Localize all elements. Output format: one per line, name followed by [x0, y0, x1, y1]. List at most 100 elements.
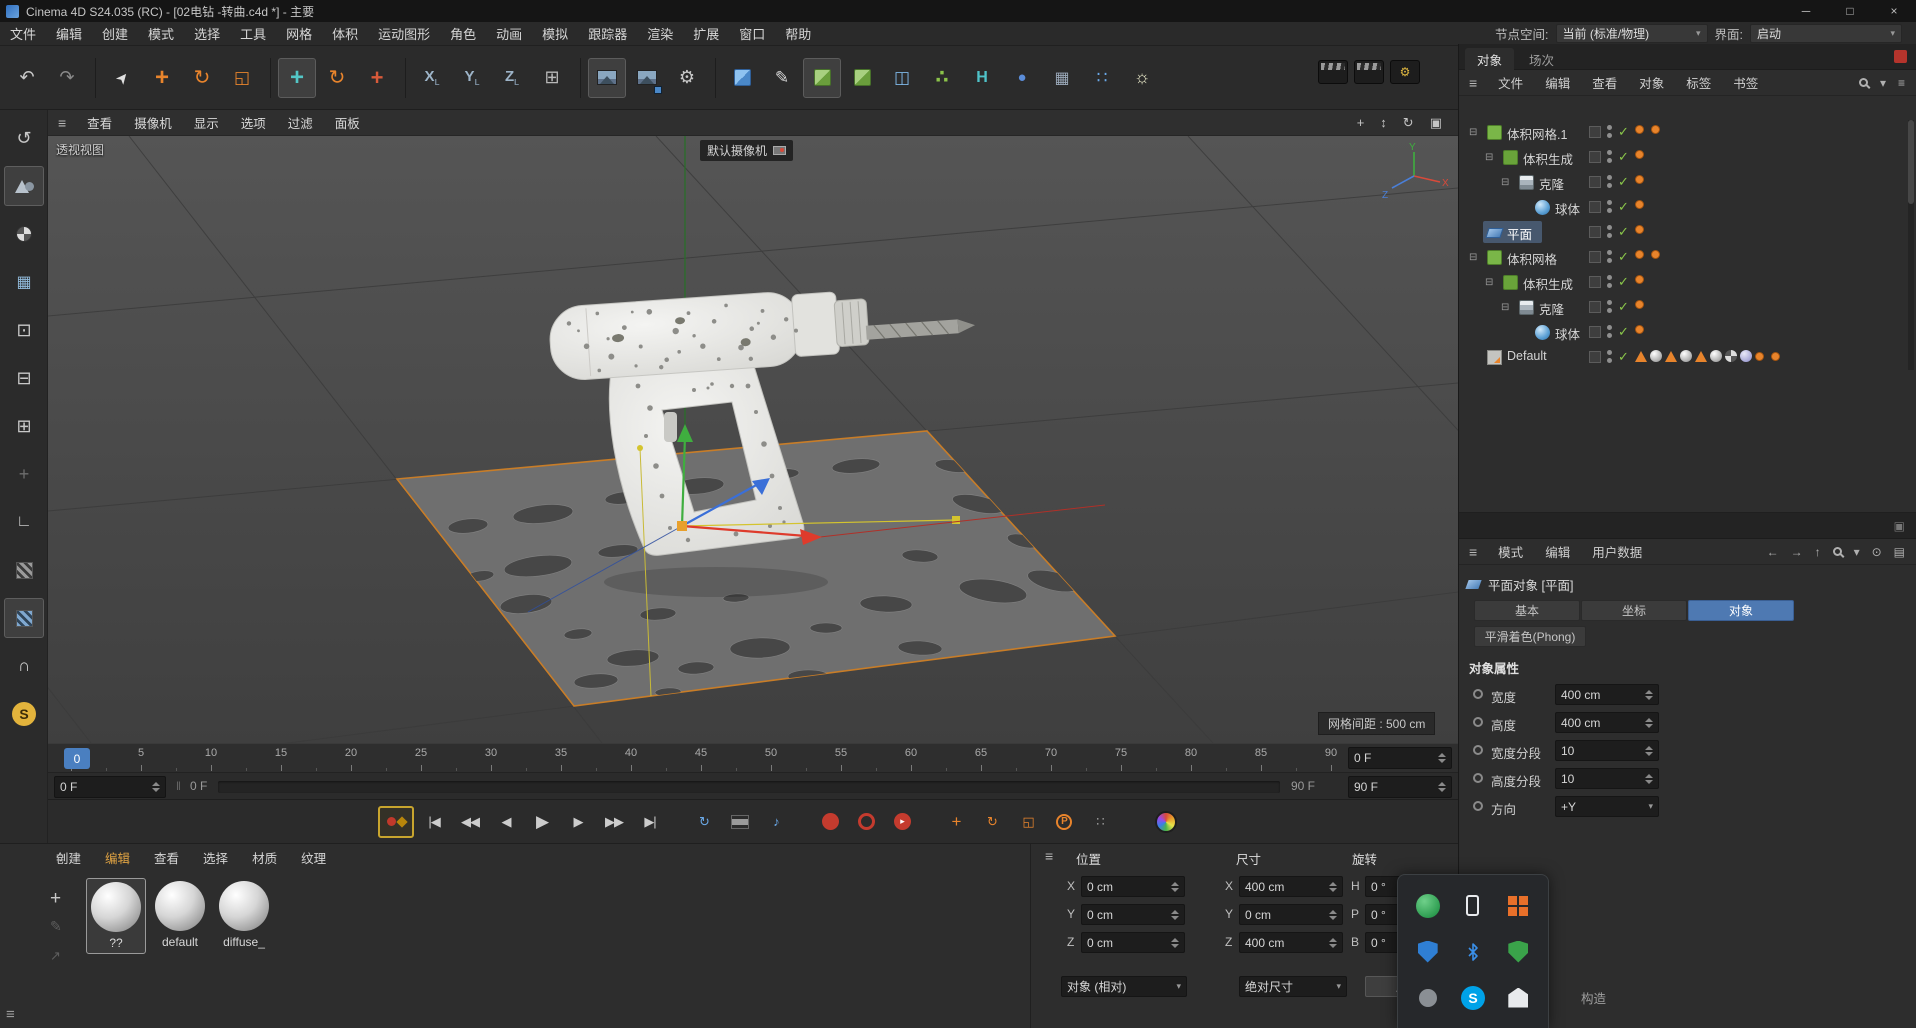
render-clapper-b[interactable] — [1354, 60, 1384, 84]
orange-dot-tag-icon[interactable] — [1635, 125, 1644, 134]
visibility-dots-icon[interactable] — [1607, 300, 1612, 316]
menubar-item-11[interactable]: 动画 — [486, 24, 532, 43]
om-search-icon[interactable] — [1859, 78, 1868, 87]
menubar-item-9[interactable]: 运动图形 — [368, 24, 440, 43]
model-mode-button[interactable] — [4, 166, 44, 206]
orange-dot-tag-icon[interactable] — [1651, 250, 1660, 259]
menubar-item-8[interactable]: 体积 — [322, 24, 368, 43]
xpresso-menu[interactable]: ∷ — [1083, 58, 1121, 98]
方向-field[interactable]: +Y▾ — [1555, 796, 1659, 817]
宽度分段-field[interactable]: 10 — [1555, 740, 1659, 761]
viewport-solo-off-button[interactable] — [4, 550, 44, 590]
goto-end-button[interactable]: ▶| — [634, 808, 666, 836]
高度-field[interactable]: 400 cm — [1555, 712, 1659, 733]
tree-row-球体[interactable]: 球体✓ — [1459, 195, 1905, 220]
goto-start-button[interactable]: |◀ — [418, 808, 450, 836]
fields-menu[interactable]: H — [963, 58, 1001, 98]
visibility-dots-icon[interactable] — [1607, 250, 1612, 266]
rotate-view-icon[interactable]: ↻ — [1403, 115, 1414, 131]
timeline-playhead[interactable]: 0 — [64, 748, 90, 769]
prev-frame-button[interactable]: ◀ — [490, 808, 522, 836]
enabled-check-icon[interactable]: ✓ — [1618, 324, 1629, 340]
attr-up-icon[interactable]: ↑ — [1815, 545, 1821, 559]
viewport-menu-1[interactable]: 查看 — [76, 113, 123, 132]
orange-dot-tag-icon[interactable] — [1635, 300, 1644, 309]
enabled-check-icon[interactable]: ✓ — [1618, 124, 1629, 140]
live-select-tool[interactable]: ➤ — [103, 58, 141, 98]
enabled-check-icon[interactable]: ✓ — [1618, 149, 1629, 165]
coords-field[interactable]: 400 cm — [1239, 876, 1343, 897]
viewport-menu-2[interactable]: 摄像机 — [123, 113, 183, 132]
layer-box-icon[interactable] — [1589, 176, 1601, 188]
render-queue-button[interactable]: ⚙ — [1390, 60, 1420, 84]
scale-tool[interactable]: ◱ — [223, 58, 261, 98]
tri-tag-icon[interactable] — [1665, 351, 1677, 362]
viewport-render-palette[interactable] — [1150, 808, 1182, 836]
tray-icon-misc[interactable] — [1406, 975, 1449, 1020]
make-editable-button[interactable]: ↺ — [4, 118, 44, 158]
mograph-menu[interactable]: ∴ — [923, 58, 961, 98]
recent-tool[interactable]: ↻ — [318, 58, 356, 98]
material-item[interactable]: diffuse_ — [214, 878, 274, 952]
tray-icon-security-blue[interactable] — [1406, 930, 1449, 973]
enabled-check-icon[interactable]: ✓ — [1618, 174, 1629, 190]
tree-row-体积网格.1[interactable]: ⊟体积网格.1✓ — [1459, 120, 1905, 145]
sound-toggle-button[interactable]: ♪ — [760, 808, 792, 836]
attr-menu-icon[interactable]: ≡ — [1459, 544, 1487, 560]
tab-objects[interactable]: 对象 — [1465, 48, 1514, 70]
viewport-menu-5[interactable]: 过滤 — [277, 113, 324, 132]
material-menu-icon[interactable]: ≡ — [46, 849, 74, 865]
playback-loop-button[interactable]: ↻ — [688, 808, 720, 836]
render-settings-button[interactable]: ⚙ — [668, 58, 706, 98]
coords-mode-select[interactable]: 对象 (相对)▾ — [1061, 976, 1187, 997]
enabled-check-icon[interactable]: ✓ — [1618, 249, 1629, 265]
orange-dot-tag-icon[interactable] — [1635, 200, 1644, 209]
deformer-menu[interactable]: ● — [1003, 58, 1041, 98]
timeline-ruler[interactable]: 05101520253035404550556065707580859000 F — [48, 743, 1458, 773]
next-frame-button[interactable]: ▶ — [562, 808, 594, 836]
layer-box-icon[interactable] — [1589, 351, 1601, 363]
viewport-canvas[interactable] — [48, 136, 1458, 743]
material-menu-6[interactable]: 纹理 — [289, 848, 338, 867]
tab-basic[interactable]: 基本 — [1474, 600, 1580, 621]
attr-panel-icon[interactable]: ▤ — [1894, 545, 1905, 559]
menubar-item-7[interactable]: 网格 — [276, 24, 322, 43]
menubar-item-4[interactable]: 模式 — [138, 24, 184, 43]
tray-icon-app[interactable] — [1497, 975, 1540, 1020]
node-space-select[interactable]: 当前 (标准/物理)▾ — [1556, 24, 1708, 43]
orange-dot-tag-icon[interactable] — [1635, 275, 1644, 284]
undo-button[interactable]: ↶ — [8, 58, 46, 98]
attr-forward-icon[interactable]: → — [1791, 545, 1803, 559]
om-filter-icon[interactable]: ▾ — [1880, 76, 1886, 90]
workplane-mode-button[interactable]: ▦ — [4, 262, 44, 302]
menubar-item-16[interactable]: 窗口 — [729, 24, 775, 43]
stepper-icon[interactable] — [1433, 782, 1446, 792]
material-menu-3[interactable]: 查看 — [142, 848, 191, 867]
tray-icon-skype[interactable]: S — [1451, 975, 1494, 1020]
add-object-button[interactable]: + — [358, 58, 396, 98]
minimize-button[interactable]: ─ — [1784, 0, 1828, 22]
viewport-menu-icon[interactable]: ≡ — [48, 115, 76, 131]
tree-row-Default[interactable]: Default✓ — [1459, 345, 1905, 370]
key-scale-toggle[interactable]: ◱ — [1012, 808, 1044, 836]
polygons-mode-button[interactable]: ⊞ — [4, 406, 44, 446]
load-material-icon[interactable]: ↗ — [50, 948, 61, 964]
viewport-solo-single-button[interactable] — [4, 598, 44, 638]
stepper-icon[interactable] — [147, 782, 160, 792]
key-parameter-toggle[interactable]: P — [1048, 808, 1080, 836]
close-button[interactable]: × — [1872, 0, 1916, 22]
tab-phong[interactable]: 平滑着色(Phong) — [1474, 626, 1586, 647]
volume-builder-menu[interactable] — [843, 58, 881, 98]
anim-dot-icon[interactable] — [1473, 801, 1483, 811]
enabled-check-icon[interactable]: ✓ — [1618, 274, 1629, 290]
coords-field[interactable]: 0 cm — [1239, 904, 1343, 925]
coords-field[interactable]: 0 cm — [1081, 904, 1185, 925]
key-rotation-toggle[interactable]: ↻ — [976, 808, 1008, 836]
visibility-dots-icon[interactable] — [1607, 175, 1612, 191]
viewport-menu-4[interactable]: 选项 — [230, 113, 277, 132]
show-tracks-button[interactable] — [724, 808, 756, 836]
tree-row-体积网格[interactable]: ⊟体积网格✓ — [1459, 245, 1905, 270]
material-item[interactable]: ?? — [86, 878, 146, 954]
高度分段-field[interactable]: 10 — [1555, 768, 1659, 789]
check-tag-icon[interactable] — [1725, 350, 1737, 362]
